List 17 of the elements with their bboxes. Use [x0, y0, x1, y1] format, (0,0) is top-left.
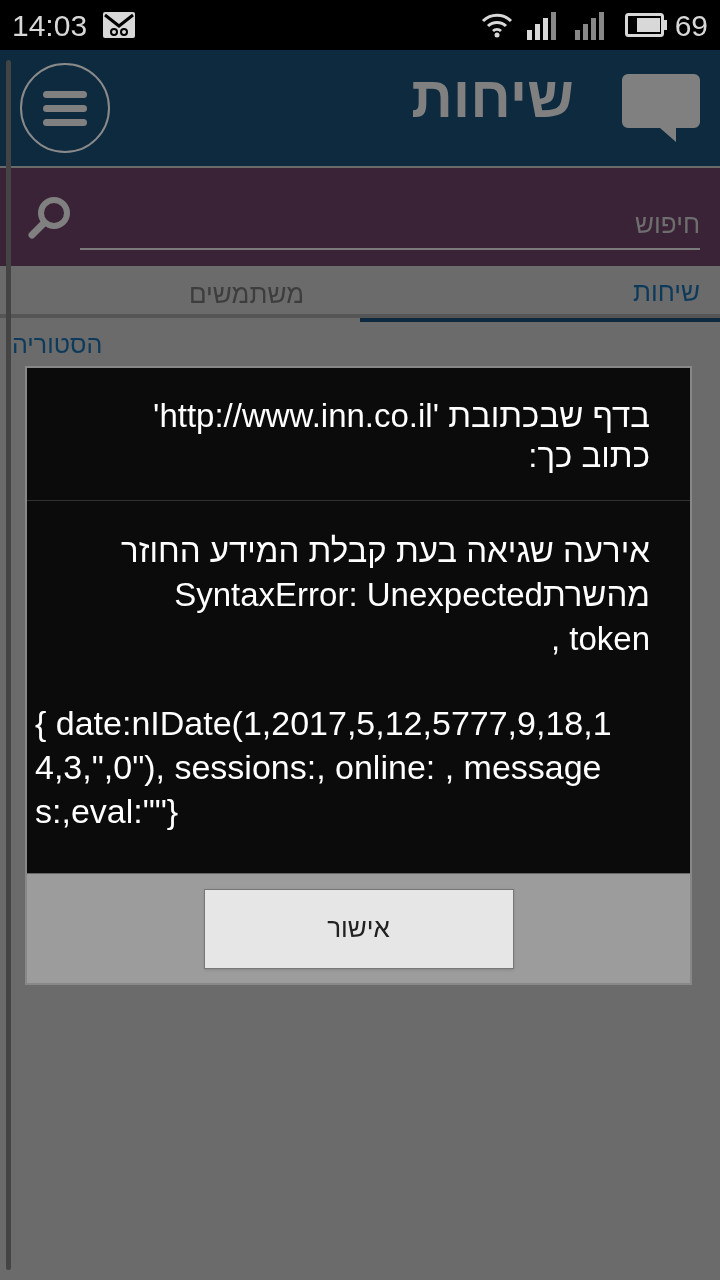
voicemail-icon: [103, 12, 136, 38]
dialog-details: { date:nIDate(1,2017,5,12,5777,9,18,14,3,",0"), sessions:, online: , messages:,eval:""}: [35, 703, 613, 832]
battery-level: 69: [674, 7, 708, 44]
battery-icon: [624, 13, 667, 37]
dialog-message: אירעה שגיאה בעת קבלת המידע החוזר מהשרתSyntaxError: Unexpected token ,: [120, 531, 650, 659]
status-time: 14:03: [12, 7, 88, 44]
ok-button[interactable]: אישור: [203, 888, 514, 969]
search-field[interactable]: חיפוש: [80, 200, 700, 250]
search-icon: [28, 195, 72, 239]
dialog-title: בדף שבכתובת 'http://www.inn.co.il' כתוב כך:: [27, 368, 690, 501]
history-link[interactable]: הסטוריה: [12, 326, 103, 364]
wifi-icon: [480, 12, 513, 38]
tab[interactable]: שיחות: [360, 266, 720, 322]
search-bar[interactable]: חיפוש: [0, 168, 720, 266]
menu-button[interactable]: [20, 63, 110, 153]
header-title: שיחות: [411, 62, 574, 131]
chat-bubble-icon: [622, 74, 700, 142]
